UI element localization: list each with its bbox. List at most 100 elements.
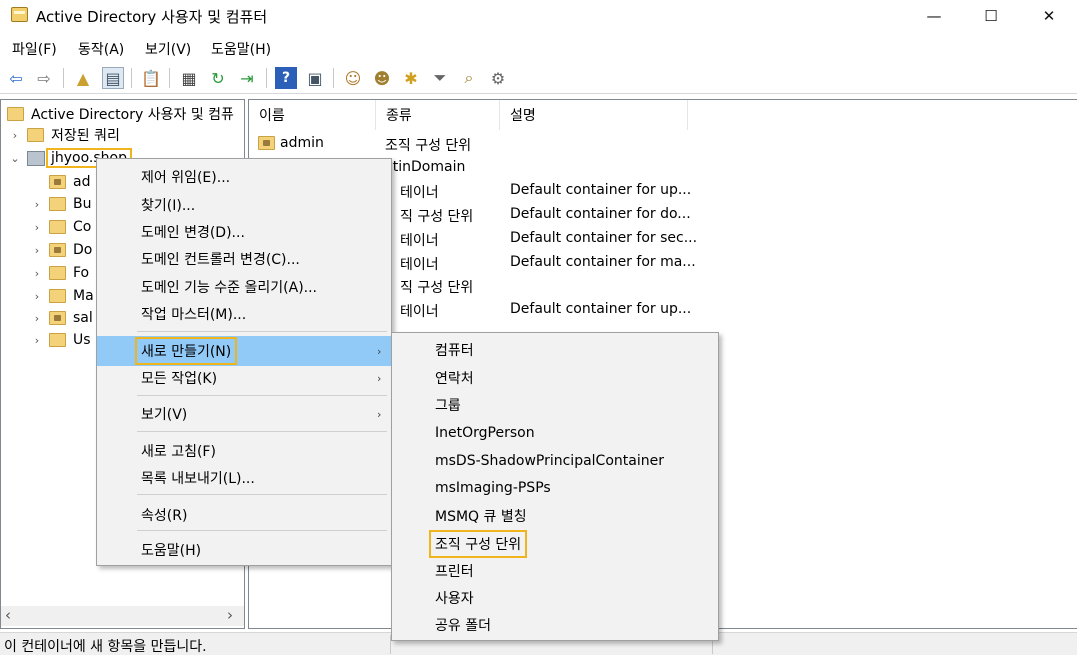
menu-file[interactable]: 파일(F) — [12, 39, 57, 59]
toolbar-separator — [169, 68, 170, 88]
snapin-icon — [7, 107, 24, 121]
menu-item-change-domain[interactable]: 도메인 변경(D)... — [97, 218, 391, 246]
menu-item-change-dc[interactable]: 도메인 컨트롤러 변경(C)... — [97, 245, 391, 273]
menu-help[interactable]: 도움말(H) — [211, 39, 271, 59]
clipboard-icon[interactable]: 📋 — [140, 67, 162, 89]
export-list-icon[interactable]: ⇥ — [236, 67, 258, 89]
submenu-item-user[interactable]: 사용자 — [392, 584, 718, 612]
tree-item-container[interactable]: › Ma — [31, 285, 94, 307]
minimize-button[interactable]: — — [911, 0, 957, 32]
menu-item-find[interactable]: 찾기(I)... — [97, 191, 391, 219]
menu-item-label: 그룹 — [435, 398, 461, 414]
row-type: 테이너 — [400, 233, 439, 249]
menu-item-label: 목록 내보내기(L)... — [141, 471, 255, 487]
tree-item-ou[interactable]: ad — [49, 171, 90, 193]
menu-item-export-list[interactable]: 목록 내보내기(L)... — [97, 464, 391, 492]
tree-item-saved-queries[interactable]: › 저장된 쿼리 — [9, 124, 120, 146]
menu-item-operations-masters[interactable]: 작업 마스터(M)... — [97, 300, 391, 328]
add-to-group-icon[interactable]: ⚙ — [487, 67, 509, 89]
tree-horizontal-scrollbar[interactable]: ‹ › — [1, 606, 244, 626]
menu-item-all-tasks[interactable]: 모든 작업(K) › — [97, 364, 391, 392]
tree-item-label: Fo — [73, 265, 90, 281]
column-header-name[interactable]: 이름 — [249, 100, 376, 130]
menu-item-label: 공유 폴더 — [435, 618, 491, 634]
properties-icon[interactable]: ▦ — [178, 67, 200, 89]
menu-item-label: 사용자 — [435, 591, 474, 607]
tree-item-container[interactable]: › Co — [31, 216, 92, 238]
scroll-left-icon[interactable]: ‹ — [5, 606, 11, 624]
submenu-item-printer[interactable]: 프린터 — [392, 557, 718, 585]
menu-item-label: InetOrgPerson — [435, 425, 535, 441]
tree-item-container[interactable]: › Fo — [31, 262, 89, 284]
chevron-right-icon[interactable]: › — [31, 198, 43, 211]
submenu-item-msmq-queue-alias[interactable]: MSMQ 큐 별칭 — [392, 502, 718, 530]
chevron-right-icon[interactable]: › — [31, 334, 43, 347]
menu-separator — [137, 431, 387, 432]
find-icon[interactable]: ⌕ — [458, 67, 480, 89]
refresh-icon[interactable]: ↻ — [207, 67, 229, 89]
chevron-right-icon[interactable]: › — [31, 290, 43, 303]
chevron-right-icon[interactable]: › — [31, 267, 43, 280]
up-folder-icon[interactable]: ▲ — [72, 67, 94, 89]
ou-icon — [49, 243, 66, 257]
back-icon[interactable]: ⇦ — [5, 67, 27, 89]
menu-item-properties[interactable]: 속성(R) — [97, 501, 391, 529]
menu-item-new[interactable]: 새로 만들기(N) › — [97, 336, 391, 366]
tree-item-container[interactable]: › Bu — [31, 193, 92, 215]
chevron-right-icon[interactable]: › — [31, 221, 43, 234]
list-row[interactable]: admin 조직 구성 단위 — [249, 132, 1077, 156]
show-tree-icon[interactable]: ▤ — [102, 67, 124, 89]
help-icon[interactable]: ? — [275, 67, 297, 89]
tree-item-ou[interactable]: › sal — [31, 307, 93, 329]
menu-view[interactable]: 보기(V) — [145, 39, 191, 59]
row-description: Default container for up... — [510, 301, 692, 317]
folder-icon — [27, 128, 44, 142]
menu-item-label: msImaging-PSPs — [435, 480, 551, 496]
submenu-item-group[interactable]: 그룹 — [392, 391, 718, 419]
chevron-down-icon[interactable]: ⌄ — [9, 152, 21, 165]
menu-item-label: 연락처 — [435, 371, 474, 387]
submenu-item-computer[interactable]: 컴퓨터 — [392, 336, 718, 364]
menu-item-label: 도메인 기능 수준 올리기(A)... — [141, 280, 318, 296]
menu-item-view[interactable]: 보기(V) › — [97, 400, 391, 428]
menu-item-refresh[interactable]: 새로 고침(F) — [97, 437, 391, 465]
menu-action[interactable]: 동작(A) — [78, 39, 124, 59]
menu-bar: 파일(F) 동작(A) 보기(V) 도움말(H) — [0, 34, 1077, 60]
menu-item-label: 도움말(H) — [141, 543, 202, 559]
row-description: Default container for up... — [510, 182, 692, 198]
menu-item-label: MSMQ 큐 별칭 — [435, 509, 527, 525]
scroll-right-icon[interactable]: › — [227, 606, 233, 624]
new-user-icon[interactable]: ☺ — [342, 67, 364, 89]
menu-item-label: 속성(R) — [141, 508, 188, 524]
menu-item-label: 새로 만들기(N) — [134, 337, 238, 365]
new-ou-icon[interactable]: ✱ — [400, 67, 422, 89]
chevron-right-icon[interactable]: › — [31, 244, 43, 257]
submenu-item-imaging-psps[interactable]: msImaging-PSPs — [392, 474, 718, 502]
chevron-right-icon[interactable]: › — [31, 312, 43, 325]
submenu-item-shadow-principal-container[interactable]: msDS-ShadowPrincipalContainer — [392, 447, 718, 475]
tree-item-ou[interactable]: › Do — [31, 239, 93, 261]
app-folder-icon — [11, 7, 28, 22]
menu-item-delegate-control[interactable]: 제어 위임(E)... — [97, 163, 391, 191]
maximize-button[interactable]: ☐ — [968, 0, 1014, 32]
column-header-type[interactable]: 종류 — [376, 100, 500, 130]
menu-item-help[interactable]: 도움말(H) — [97, 536, 391, 564]
forward-icon[interactable]: ⇨ — [33, 67, 55, 89]
console-icon[interactable]: ▣ — [304, 67, 326, 89]
toolbar-separator — [131, 68, 132, 88]
tree-root-label: Active Directory 사용자 및 컴퓨 — [31, 107, 234, 123]
submenu-item-shared-folder[interactable]: 공유 폴더 — [392, 611, 718, 639]
folder-icon — [49, 333, 66, 347]
row-description: Default container for do... — [510, 206, 691, 222]
menu-item-raise-functional-level[interactable]: 도메인 기능 수준 올리기(A)... — [97, 273, 391, 301]
new-group-icon[interactable]: ☻ — [371, 67, 393, 89]
tree-item-container[interactable]: › Us — [31, 329, 91, 351]
chevron-right-icon[interactable]: › — [9, 129, 21, 142]
filter-icon[interactable]: ⏷ — [429, 67, 451, 89]
column-header-description[interactable]: 설명 — [500, 100, 688, 130]
submenu-item-inetorgperson[interactable]: InetOrgPerson — [392, 419, 718, 447]
tree-root[interactable]: Active Directory 사용자 및 컴퓨 — [7, 103, 234, 125]
close-button[interactable]: ✕ — [1026, 0, 1072, 32]
submenu-item-contact[interactable]: 연락처 — [392, 364, 718, 392]
submenu-item-organizational-unit[interactable]: 조직 구성 단위 — [392, 530, 718, 558]
